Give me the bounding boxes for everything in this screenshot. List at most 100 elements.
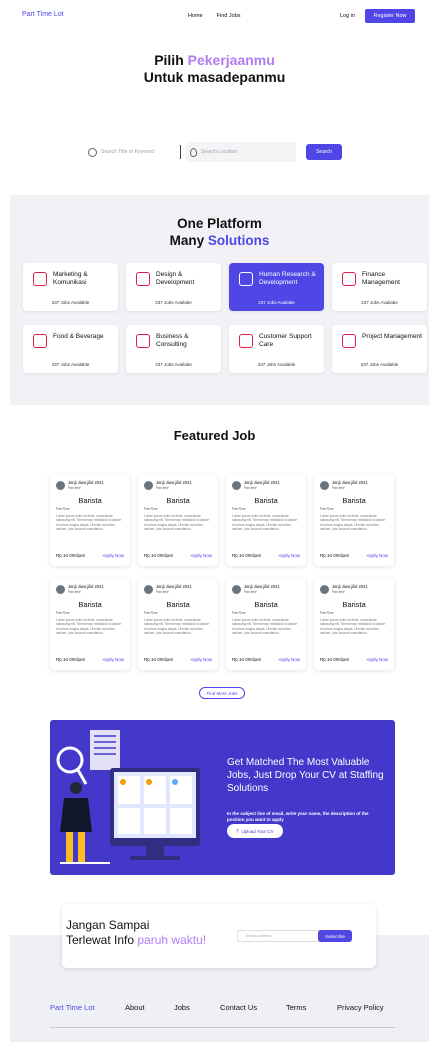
category-card-finance[interactable]: Finance Management 237 Jobs Availabe <box>332 263 427 311</box>
job-card[interactable]: Janji Jiwa jilid 2021 Part time Barista … <box>50 474 130 566</box>
apply-now-link[interactable]: Apply Now <box>102 657 124 662</box>
category-name: Food & Beverage <box>53 333 104 340</box>
category-jobs-count: 237 Jobs Availabe <box>155 300 192 305</box>
banner-heading: Get Matched The Most Valuable Jobs, Just… <box>227 757 384 794</box>
job-card[interactable]: Janji Jiwa jilid 2021 Part time Barista … <box>138 578 218 670</box>
company-avatar <box>232 481 241 490</box>
search-bar: Search Title or Keyword Search Location … <box>82 142 350 162</box>
category-jobs-count: 237 Jobs Availabe <box>361 300 398 305</box>
apply-now-link[interactable]: Apply Now <box>366 553 388 558</box>
company-avatar <box>56 585 65 594</box>
job-description: Lorem ipsum dolor sit amet, consectetur … <box>144 514 210 531</box>
job-card[interactable]: Janji Jiwa jilid 2021 Part time Barista … <box>50 578 130 670</box>
job-type: Part time <box>68 590 81 594</box>
job-role: Barista <box>166 496 190 505</box>
category-card-human-research[interactable]: Human Research & Development 237 Jobs Av… <box>229 263 324 311</box>
job-pay: Rp 10.000/jam <box>144 657 174 662</box>
search-divider <box>180 145 181 159</box>
category-card-project-management[interactable]: Project Management 237 Jobs Available <box>332 325 427 373</box>
job-description: Lorem ipsum dolor sit amet, consectetur … <box>320 618 386 635</box>
job-type: Part time <box>68 486 81 490</box>
brand-logo[interactable]: Part Time Lot <box>22 11 64 18</box>
category-name: Project Management <box>362 333 422 340</box>
category-name: Design & Development <box>156 271 195 286</box>
category-name: Finance Management <box>362 271 400 286</box>
company-avatar <box>144 481 153 490</box>
job-pay: Rp 10.000/jam <box>56 553 86 558</box>
find-more-jobs-button[interactable]: Find More Jobs <box>199 687 245 699</box>
footer-link-terms[interactable]: Terms <box>286 1003 306 1012</box>
finance-icon <box>342 272 356 286</box>
apply-now-link[interactable]: Apply Now <box>366 657 388 662</box>
subscribe-button[interactable]: Subscribe <box>318 930 352 942</box>
location-search-placeholder: Search Location <box>201 149 238 155</box>
job-description: Lorem ipsum dolor sit amet, consectetur … <box>56 514 122 531</box>
job-pay: Rp 10.000/jam <box>56 657 86 662</box>
job-card[interactable]: Janji Jiwa jilid 2021 Part time Barista … <box>226 474 306 566</box>
nav-link-home[interactable]: Home <box>188 13 203 19</box>
upload-cv-button[interactable]: ⤒ Upload Your CV <box>227 824 283 838</box>
nav-links: Home Find Jobs <box>188 13 241 19</box>
job-company: Janji Jiwa jilid 2021 <box>156 480 192 485</box>
category-name: Marketing & Komunikasi <box>53 271 88 286</box>
nav-link-find-jobs[interactable]: Find Jobs <box>217 13 241 19</box>
job-card[interactable]: Janji Jiwa jilid 2021 Part time Barista … <box>314 578 394 670</box>
company-avatar <box>144 585 153 594</box>
apply-now-link[interactable]: Apply Now <box>278 657 300 662</box>
job-type: Part time <box>244 486 257 490</box>
hero-line2: Untuk masadepanmu <box>143 69 286 85</box>
category-name: Human Research & Development <box>259 271 316 286</box>
login-link[interactable]: Log in <box>340 13 355 19</box>
category-card-design[interactable]: Design & Development 237 Jobs Availabe <box>126 263 221 311</box>
cv-illustration <box>56 730 200 864</box>
apply-now-link[interactable]: Apply Now <box>278 553 300 558</box>
job-type: Part time <box>156 590 169 594</box>
job-pay: Rp 10.000/jam <box>232 553 262 558</box>
job-card[interactable]: Janji Jiwa jilid 2021 Part time Barista … <box>138 474 218 566</box>
category-card-customer-support[interactable]: Customer Support Care 237 Jobs Available <box>229 325 324 373</box>
category-card-business[interactable]: Business & Consulting 237 Jobs Availabe <box>126 325 221 373</box>
company-avatar <box>232 585 241 594</box>
job-company: Janji Jiwa jilid 2021 <box>332 584 368 589</box>
featured-title: Featured Job <box>173 428 256 443</box>
location-pin-icon <box>190 147 197 157</box>
job-role: Barista <box>254 496 278 505</box>
apply-now-link[interactable]: Apply Now <box>190 657 212 662</box>
footer-link-contact[interactable]: Contact Us <box>220 1003 257 1012</box>
job-card[interactable]: Janji Jiwa jilid 2021 Part time Barista … <box>226 578 306 670</box>
job-type: Part time <box>332 486 345 490</box>
job-pay: Rp 10.000/jam <box>320 657 350 662</box>
newsletter-card: Jangan Sampai Terlewat Info paruh waktu!… <box>62 904 376 968</box>
job-pay: Rp 10.000/jam <box>144 553 174 558</box>
footer-link-jobs[interactable]: Jobs <box>174 1003 190 1012</box>
company-avatar <box>56 481 65 490</box>
job-description: Lorem ipsum dolor sit amet, consectetur … <box>232 514 298 531</box>
job-card[interactable]: Janji Jiwa jilid 2021 Part time Barista … <box>314 474 394 566</box>
platform-title-prefix: Many <box>169 233 208 248</box>
register-button[interactable]: Register Now <box>365 9 415 23</box>
job-company: Janji Jiwa jilid 2021 <box>244 584 280 589</box>
footer-link-privacy[interactable]: Privacy Policy <box>337 1003 384 1012</box>
banner-subtext: In the subject line of email, write your… <box>227 811 369 822</box>
category-card-food[interactable]: Food & Beverage 237 Jobs Available <box>23 325 118 373</box>
newsletter-line1: Jangan Sampai <box>66 918 150 932</box>
job-company: Janji Jiwa jilid 2021 <box>68 584 104 589</box>
newsletter-line2-prefix: Terlewat Info <box>66 933 138 947</box>
category-card-marketing[interactable]: Marketing & Komunikasi 237 Jobs Availabl… <box>23 263 118 311</box>
footer-brand[interactable]: Part Time Lot <box>50 1003 95 1012</box>
apply-now-link[interactable]: Apply Now <box>190 553 212 558</box>
job-role: Barista <box>342 496 366 505</box>
location-search-field[interactable]: Search Location <box>186 142 296 162</box>
job-description: Lorem ipsum dolor sit amet, consectetur … <box>144 618 210 635</box>
apply-now-link[interactable]: Apply Now <box>102 553 124 558</box>
keyword-search-field[interactable]: Search Title or Keyword <box>88 142 173 162</box>
job-type: Part time <box>244 590 257 594</box>
job-role: Barista <box>254 600 278 609</box>
footer-link-about[interactable]: About <box>125 1003 145 1012</box>
category-name: Customer Support Care <box>259 333 312 348</box>
search-button[interactable]: Search <box>306 144 342 160</box>
job-role: Barista <box>78 600 102 609</box>
job-description: Lorem ipsum dolor sit amet, consectetur … <box>320 514 386 531</box>
category-name: Business & Consulting <box>156 333 189 348</box>
job-role: Barista <box>342 600 366 609</box>
